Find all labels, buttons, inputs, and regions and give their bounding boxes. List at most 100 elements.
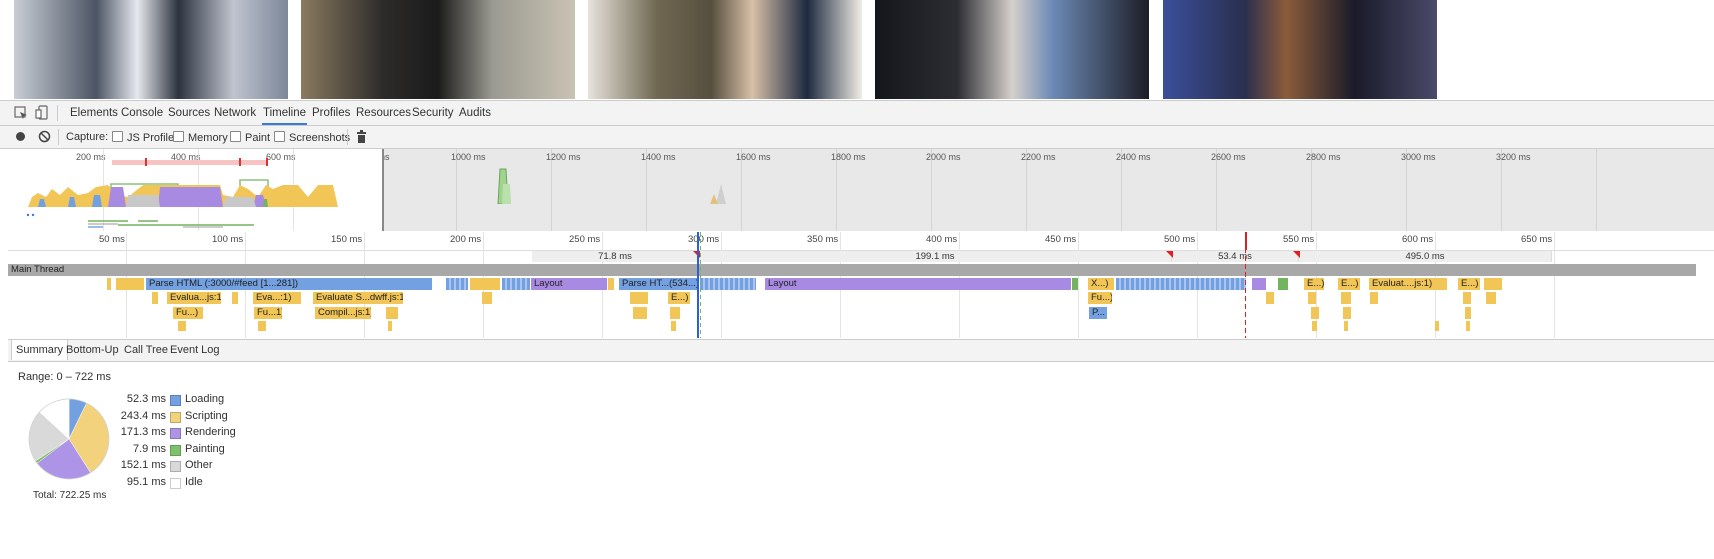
- overview-tick: 3000 ms: [1401, 152, 1436, 162]
- tab-elements[interactable]: Elements: [70, 107, 118, 119]
- capture-label: Capture:: [66, 131, 109, 143]
- tab-audits[interactable]: Audits: [459, 107, 491, 119]
- tab-console[interactable]: Console: [121, 107, 163, 119]
- overview-tick: 3200 ms: [1496, 152, 1531, 162]
- legend-value: 171.3 ms: [120, 426, 166, 438]
- ruler-tick: 50 ms: [99, 234, 125, 245]
- screenshots-checkbox[interactable]: Screenshots: [274, 131, 350, 144]
- photo-5: [1163, 0, 1437, 99]
- frame-warning-icon: [1293, 251, 1300, 258]
- flame-event[interactable]: Fu...): [1088, 292, 1112, 304]
- photo-strip: [0, 0, 1714, 100]
- frame-warning-icon: [1166, 251, 1173, 258]
- memory-checkbox[interactable]: Memory: [173, 131, 228, 144]
- overview-selection[interactable]: 200 ms 400 ms 600 ms: [8, 149, 384, 231]
- devtools-tab-bar: Elements Console Sources Network Timelin…: [0, 101, 1714, 126]
- flame-event[interactable]: X...): [1088, 278, 1114, 290]
- overview-tick: 2400 ms: [1116, 152, 1151, 162]
- tab-timeline[interactable]: Timeline: [261, 107, 308, 125]
- paint-label: Paint: [245, 132, 271, 144]
- legend-swatch: [170, 411, 181, 423]
- overview-tick: 2200 ms: [1021, 152, 1056, 162]
- frame-bar[interactable]: 199.1 ms: [699, 251, 1172, 262]
- tab-event-log[interactable]: Event Log: [170, 344, 220, 356]
- tab-profiles[interactable]: Profiles: [312, 107, 350, 119]
- overview-tick: 1600 ms: [736, 152, 771, 162]
- legend-swatch: [170, 395, 181, 406]
- flame-event[interactable]: Compil...js:1): [315, 307, 371, 319]
- tab-resources[interactable]: Resources: [356, 107, 411, 119]
- checkbox-box[interactable]: [112, 131, 123, 142]
- flame-event[interactable]: E...): [1458, 278, 1480, 290]
- legend-value: 152.1 ms: [120, 459, 166, 471]
- garbage-collect-icon[interactable]: [356, 130, 367, 143]
- flame-event[interactable]: Evaluat....js:1): [1369, 278, 1447, 290]
- legend-value: 52.3 ms: [126, 393, 166, 405]
- checkbox-box[interactable]: [274, 131, 285, 142]
- flame-event[interactable]: Fu...): [173, 307, 203, 319]
- ruler-tick: 250 ms: [569, 234, 601, 245]
- js-profile-checkbox[interactable]: JS Profile: [112, 131, 174, 144]
- tab-security[interactable]: Security: [412, 107, 454, 119]
- flame-event[interactable]: E...): [1304, 278, 1324, 290]
- overview-tick: 1000 ms: [451, 152, 486, 162]
- js-profile-label: JS Profile: [127, 132, 175, 144]
- clear-icon[interactable]: [38, 130, 51, 143]
- overview-tick: 1800 ms: [831, 152, 866, 162]
- frame-drop-bar: [112, 160, 268, 165]
- tab-call-tree[interactable]: Call Tree: [124, 344, 168, 356]
- tab-network[interactable]: Network: [214, 107, 256, 119]
- checkbox-box[interactable]: [173, 131, 184, 142]
- screenshots-label: Screenshots: [289, 132, 351, 144]
- main-thread-header[interactable]: Main Thread: [8, 264, 1696, 276]
- frame-bar[interactable]: 53.4 ms: [1172, 251, 1299, 262]
- inspect-element-icon[interactable]: [14, 106, 28, 120]
- overview-activity-graph: [497, 168, 726, 204]
- overview-tick: 200 ms: [76, 152, 106, 162]
- capture-toolbar: Capture: JS Profile Memory Paint Screens…: [0, 126, 1714, 149]
- flame-event[interactable]: E...): [1338, 278, 1360, 290]
- legend-label: Loading: [185, 393, 225, 405]
- summary-legend: 52.3 ms Loading 243.4 ms Scripting 171.3…: [106, 393, 246, 493]
- details-tab-bar: Summary Bottom-Up Call Tree Event Log: [8, 339, 1714, 362]
- flame-event[interactable]: Parse HT...(534...): [619, 278, 697, 290]
- checkbox-box[interactable]: [230, 131, 241, 142]
- overview-tick: 2000 ms: [926, 152, 961, 162]
- ruler-tick: 200 ms: [450, 234, 482, 245]
- flame-chart[interactable]: Parse HTML (:3000/#feed [1...281]) Layou…: [8, 278, 1714, 338]
- ruler-tick: 400 ms: [926, 234, 958, 245]
- timeline-ruler: 50 ms 100 ms 150 ms 200 ms 250 ms 300 ms…: [8, 232, 1714, 251]
- frame-bar[interactable]: 495.0 ms: [1299, 251, 1552, 262]
- flame-event[interactable]: E...): [668, 292, 690, 304]
- photo-3: [588, 0, 862, 99]
- flame-event[interactable]: Fu...1): [254, 307, 282, 319]
- device-mode-icon[interactable]: [35, 105, 49, 120]
- paint-checkbox[interactable]: Paint: [230, 131, 270, 144]
- ruler-tick: 300 ms: [688, 234, 720, 245]
- legend-label: Scripting: [185, 409, 228, 422]
- flame-event[interactable]: Layout: [765, 278, 1071, 290]
- ruler-tick: 600 ms: [1402, 234, 1434, 245]
- legend-label: Other: [185, 459, 213, 471]
- legend-label: Rendering: [185, 426, 236, 438]
- record-icon[interactable]: [15, 131, 26, 142]
- flame-event[interactable]: P...: [1089, 307, 1107, 319]
- flame-event[interactable]: Layout: [531, 278, 607, 290]
- overview-cpu-graph: [26, 179, 338, 228]
- flame-event[interactable]: Parse HTML (:3000/#feed [1...281]): [146, 278, 432, 290]
- tab-bottom-up[interactable]: Bottom-Up: [66, 344, 119, 356]
- tab-summary[interactable]: Summary: [11, 340, 69, 360]
- overview-tick: 2600 ms: [1211, 152, 1246, 162]
- overview-tick: 1400 ms: [641, 152, 676, 162]
- flame-event[interactable]: Evaluate S...dwff.js:1): [313, 292, 403, 304]
- legend-value: 7.9 ms: [132, 442, 166, 455]
- tab-sources[interactable]: Sources: [168, 107, 210, 119]
- flame-event[interactable]: Eva...:1): [253, 292, 301, 304]
- summary-total: Total: 722.25 ms: [33, 490, 107, 501]
- overview-tick: 1200 ms: [546, 152, 581, 162]
- flame-event[interactable]: Evalua...js:1): [167, 292, 221, 304]
- memory-label: Memory: [188, 132, 228, 144]
- first-paint-marker: [700, 232, 701, 338]
- frame-bar[interactable]: 71.8 ms: [532, 251, 699, 262]
- photo-2: [301, 0, 575, 99]
